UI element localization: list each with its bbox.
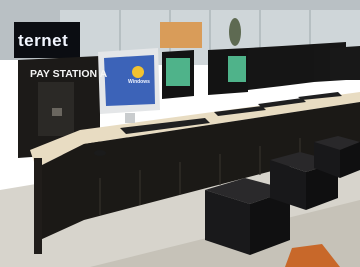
- person-background: [229, 18, 241, 46]
- front-edge: [34, 158, 42, 254]
- monitor-stand: [125, 113, 135, 123]
- windows-screen-text: Windows: [128, 79, 150, 85]
- internet-cafe-photo: ternet PAY STATION A Windows: [0, 0, 360, 267]
- monitor-5: [282, 44, 314, 86]
- mouse: [94, 150, 106, 156]
- monitor-3-screen: [228, 56, 246, 82]
- kiosk-slot: [52, 108, 62, 116]
- orange-box-background: [160, 22, 202, 48]
- windows-logo-icon: [132, 66, 144, 78]
- monitor-4: [248, 46, 282, 90]
- internet-sign-text: ternet: [18, 31, 69, 50]
- monitor-2-screen: [166, 58, 190, 86]
- monitor-7: [330, 46, 360, 80]
- pay-station-label: PAY STATION A: [30, 68, 108, 80]
